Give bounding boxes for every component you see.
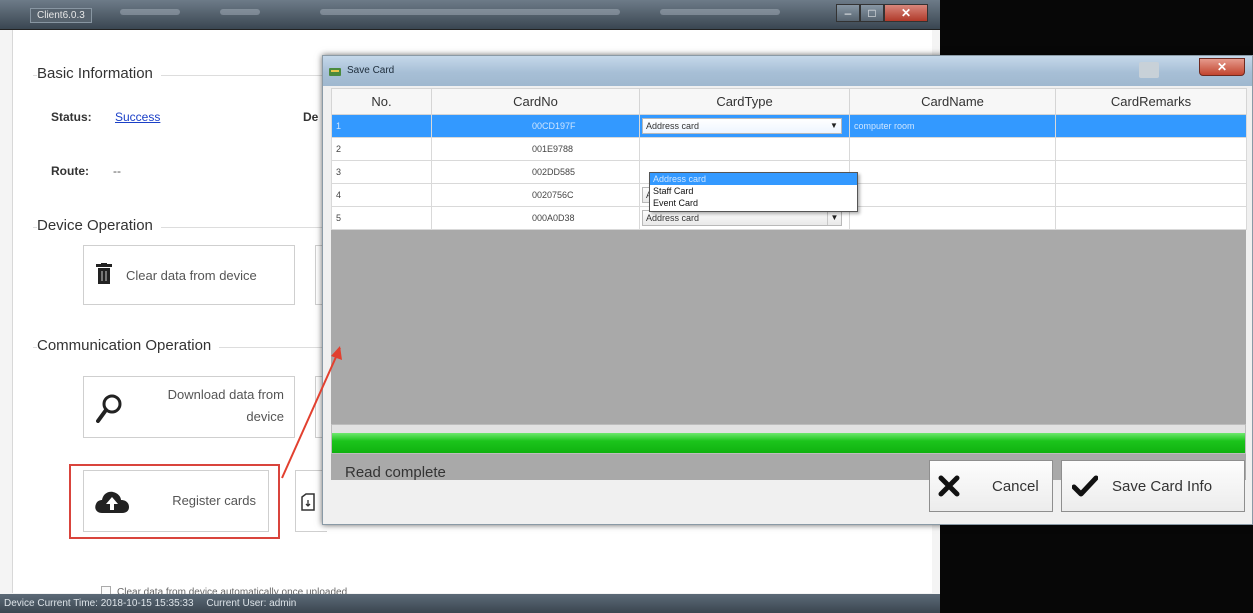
cell-remarks[interactable]	[1055, 137, 1247, 161]
cell-cardtype[interactable]: Address card ▼	[639, 114, 850, 138]
status-bar: Device Current Time: 2018-10-15 15:35:33…	[0, 594, 940, 613]
status-label: Status:	[51, 110, 92, 124]
dropdown-option[interactable]: Address card	[650, 173, 857, 185]
main-titlebar[interactable]: Client6.0.3 – □ ✕	[0, 0, 940, 30]
read-progress-bar	[331, 424, 1246, 454]
current-user: Current User: admin	[206, 598, 297, 609]
titlebar-blur	[320, 9, 620, 15]
app-icon	[329, 65, 341, 77]
cell-no[interactable]: 2	[331, 137, 432, 161]
chevron-down-icon[interactable]: ▼	[827, 119, 841, 133]
table-row[interactable]: 2 001E9788	[331, 137, 1247, 161]
cell-cardtype[interactable]	[639, 137, 850, 161]
col-header-no[interactable]: No.	[331, 88, 432, 115]
cancel-x-icon	[938, 475, 960, 501]
save-card-info-label: Save Card Info	[1112, 478, 1213, 495]
cancel-label: Cancel	[992, 478, 1039, 495]
card-icon	[301, 493, 315, 514]
titlebar-blur	[120, 9, 180, 15]
cardtype-select[interactable]: Address card ▼	[642, 118, 842, 134]
download-label-line2: device	[246, 409, 284, 424]
download-label-line1: Download data from	[167, 387, 284, 402]
cardtype-value: Address card	[646, 121, 700, 131]
cell-cardno[interactable]: 0020756C	[431, 183, 640, 207]
table-row[interactable]: 1 00CD197F Address card ▼ computer room	[331, 114, 1247, 138]
dropdown-option[interactable]: Staff Card	[650, 185, 857, 197]
basic-info-title: Basic Information	[37, 65, 161, 82]
device-operation-title: Device Operation	[37, 217, 161, 234]
route-label: Route:	[51, 164, 89, 178]
dropdown-option[interactable]: Event Card	[650, 197, 857, 209]
cell-no[interactable]: 3	[331, 160, 432, 184]
cell-cardname[interactable]: computer room	[849, 114, 1056, 138]
col-header-cardname[interactable]: CardName	[849, 88, 1056, 115]
close-button[interactable]: ✕	[884, 4, 928, 22]
titlebar-blur	[220, 9, 260, 15]
dialog-close-button[interactable]: ✕	[1199, 58, 1245, 76]
cell-cardno[interactable]: 001E9788	[431, 137, 640, 161]
clear-data-label: Clear data from device	[126, 268, 257, 283]
cell-remarks[interactable]	[1055, 206, 1247, 230]
cardtype-dropdown-list[interactable]: Address card Staff Card Event Card	[649, 172, 858, 212]
cell-cardname[interactable]	[849, 160, 1056, 184]
maximize-button[interactable]: □	[860, 4, 884, 22]
col-header-cardremarks[interactable]: CardRemarks	[1055, 88, 1247, 115]
cell-remarks[interactable]	[1055, 160, 1247, 184]
cell-cardname[interactable]	[849, 206, 1056, 230]
register-highlight-box	[69, 464, 280, 539]
card-grid-area: No. CardNo CardType CardName CardRemarks…	[331, 88, 1247, 480]
clear-data-button[interactable]: Clear data from device	[83, 245, 295, 305]
cancel-button[interactable]: Cancel	[929, 460, 1053, 512]
download-data-button[interactable]: Download data from device	[83, 376, 295, 438]
read-status-text: Read complete	[345, 464, 446, 481]
cell-remarks[interactable]	[1055, 114, 1247, 138]
col-header-cardtype[interactable]: CardType	[639, 88, 850, 115]
cell-cardname[interactable]	[849, 137, 1056, 161]
cell-remarks[interactable]	[1055, 183, 1247, 207]
cell-cardno[interactable]: 000A0D38	[431, 206, 640, 230]
cell-cardname[interactable]	[849, 183, 1056, 207]
grid-header-row: No. CardNo CardType CardName CardRemarks	[331, 88, 1247, 115]
trash-icon	[96, 263, 112, 288]
dialog-title: Save Card	[347, 65, 395, 76]
titlebar-blur	[660, 9, 780, 15]
chevron-down-icon[interactable]: ▼	[827, 211, 841, 225]
read-progress-fill	[332, 433, 1245, 453]
device-time: Device Current Time: 2018-10-15 15:35:33	[4, 598, 194, 609]
checkmark-icon	[1071, 475, 1099, 501]
main-window-title: Client6.0.3	[30, 8, 92, 23]
status-value-link[interactable]: Success	[115, 110, 160, 124]
cell-no[interactable]: 5	[331, 206, 432, 230]
save-card-info-button[interactable]: Save Card Info	[1061, 460, 1245, 512]
cardtype-value: Address card	[646, 213, 700, 223]
search-icon	[96, 393, 122, 426]
save-card-dialog: Save Card ✕ No. CardNo CardType CardName…	[322, 55, 1253, 525]
route-value: --	[113, 164, 121, 178]
cell-cardno[interactable]: 00CD197F	[431, 114, 640, 138]
cardtype-select[interactable]: Address card ▼	[642, 210, 842, 226]
device-label-partial: De	[303, 110, 319, 124]
dialog-minimize-button[interactable]	[1139, 62, 1159, 78]
screen: Client6.0.3 – □ ✕ Basic Information Stat…	[0, 0, 1253, 613]
cell-no[interactable]: 4	[331, 183, 432, 207]
col-header-cardno[interactable]: CardNo	[431, 88, 640, 115]
minimize-button[interactable]: –	[836, 4, 860, 22]
communication-operation-title: Communication Operation	[37, 337, 220, 354]
cell-cardno[interactable]: 002DD585	[431, 160, 640, 184]
dialog-titlebar[interactable]: Save Card ✕	[323, 56, 1252, 86]
cell-no[interactable]: 1	[331, 114, 432, 138]
